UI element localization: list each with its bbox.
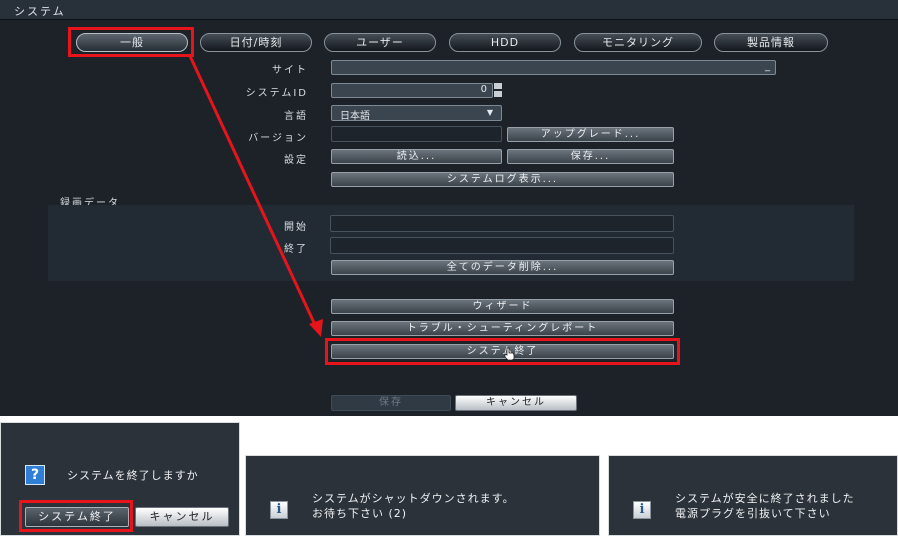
- info-icon: i: [633, 501, 651, 519]
- info-icon: i: [270, 501, 288, 519]
- screenshot: システム 一般 日付/時刻 ユーザー HDD モニタリング 製品情報 サイト _…: [0, 0, 898, 536]
- confirm-question: システムを終了しますか: [67, 469, 199, 482]
- shutdown-progress-line1: システムがシャットダウンされます。: [312, 492, 515, 505]
- confirm-cancel-button[interactable]: キャンセル: [135, 507, 229, 527]
- shutdown-complete-line2: 電源プラグを引抜いて下さい: [675, 507, 831, 520]
- shutdown-complete-line1: システムが安全に終了されました: [675, 492, 855, 505]
- annotation-arrow: [188, 55, 323, 337]
- shutdown-complete-dialog: i システムが安全に終了されました 電源プラグを引抜いて下さい: [608, 455, 898, 536]
- confirm-shutdown-dialog: ? システムを終了しますか システム終了 キャンセル: [0, 422, 240, 536]
- shutting-down-dialog: i システムがシャットダウンされます。 お待ち下さい (2): [245, 455, 600, 536]
- question-icon: ?: [25, 465, 45, 485]
- shutdown-progress-line2: お待ち下さい (2): [312, 507, 408, 520]
- confirm-shutdown-button[interactable]: システム終了: [25, 507, 129, 527]
